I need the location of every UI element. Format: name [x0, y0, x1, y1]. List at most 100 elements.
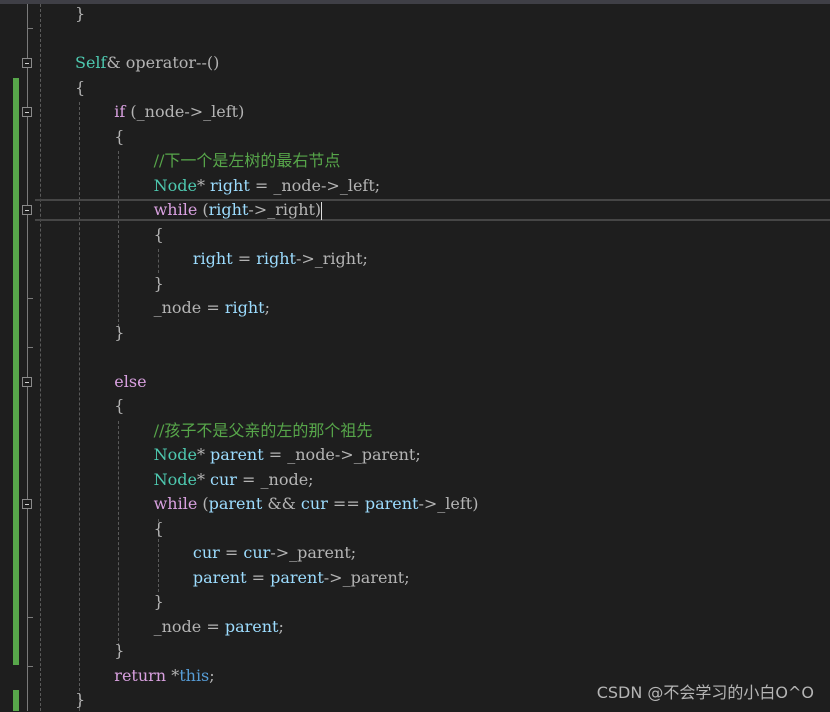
code-token: Self [75, 53, 107, 72]
code-token: while [153, 200, 198, 219]
code-line[interactable]: { [75, 76, 85, 100]
code-token: ->_right) [248, 200, 322, 219]
code-token: _node = [153, 298, 225, 317]
code-token: ( [197, 200, 209, 219]
code-token: { [153, 518, 164, 538]
code-token: ->_right; [295, 249, 368, 268]
code-line[interactable]: //孩子不是父亲的左的那个祖先 [154, 419, 373, 443]
text-caret [321, 201, 323, 220]
collapse-region-button[interactable] [22, 499, 32, 509]
code-token: parent [224, 616, 279, 636]
code-token: ->_parent; [270, 543, 357, 562]
code-line[interactable]: //下一个是左树的最右节点 [154, 149, 341, 173]
code-token: else [114, 371, 147, 391]
code-token: while [153, 494, 198, 513]
code-line[interactable]: else [114, 370, 146, 394]
code-editor[interactable]: } Self& operator--(){if (_node->_left){//… [0, 4, 830, 711]
code-line[interactable]: Node* parent = _node->_parent; [154, 443, 421, 467]
code-line[interactable]: Node* cur = _node; [154, 468, 314, 492]
code-line[interactable]: } [114, 321, 124, 345]
code-line[interactable]: while (right->_right) [154, 198, 323, 222]
code-token: ->_parent; [323, 567, 410, 587]
code-token: cur [300, 494, 328, 513]
code-line[interactable]: } [154, 590, 164, 614]
code-token: return [114, 665, 167, 685]
code-token: right [224, 298, 265, 317]
code-line[interactable]: if (_node->_left) [114, 100, 244, 124]
code-line[interactable]: } [75, 2, 85, 26]
code-token: parent [270, 567, 324, 587]
code-token: && [262, 494, 301, 513]
code-token: ; [264, 298, 270, 317]
code-line[interactable]: Self& operator--() [75, 51, 219, 75]
code-token: & operator--() [106, 53, 220, 72]
code-line[interactable]: parent = parent->_parent; [193, 566, 410, 590]
code-line[interactable]: _node = parent; [154, 615, 284, 639]
code-token: //下一个是左树的最右节点 [153, 151, 341, 170]
code-token: parent [192, 567, 247, 587]
change-indicator-bar [13, 78, 19, 665]
code-token: * [196, 175, 211, 195]
collapse-region-button[interactable] [22, 205, 32, 215]
indent-guide [118, 421, 119, 646]
collapse-region-button[interactable] [22, 58, 32, 68]
code-token: * [166, 665, 180, 685]
code-token: parent [208, 494, 263, 513]
code-token: parent [210, 445, 264, 464]
code-token: Node [153, 469, 197, 489]
collapse-region-button[interactable] [22, 107, 32, 117]
collapse-region-button[interactable] [22, 376, 32, 387]
code-token: } [114, 322, 125, 342]
code-line[interactable]: { [114, 125, 124, 149]
outline-end-tick [27, 347, 33, 348]
outline-end-tick [27, 617, 33, 618]
code-line[interactable]: } [114, 639, 124, 663]
code-token: * [196, 445, 211, 464]
outline-end-tick [27, 28, 33, 29]
code-token: = _node->_left; [249, 175, 381, 195]
code-token: = _node; [236, 469, 314, 489]
code-token: = [232, 249, 257, 268]
code-token: ; [278, 616, 284, 636]
code-line[interactable]: _node = right; [154, 296, 270, 320]
code-token: cur [243, 543, 271, 562]
indent-guide [40, 4, 41, 711]
code-line[interactable]: cur = cur->_parent; [193, 541, 356, 565]
code-token: ; [209, 665, 215, 685]
code-token: Node [153, 445, 197, 464]
code-token: this [179, 665, 210, 685]
code-line[interactable]: return *this; [114, 664, 214, 688]
code-token: cur [192, 543, 220, 562]
code-line[interactable]: { [114, 394, 124, 418]
code-token: = [246, 567, 271, 587]
code-token: right [210, 175, 250, 195]
code-token: right [192, 249, 233, 268]
code-token: parent [364, 494, 419, 513]
code-line[interactable]: Node* right = _node->_left; [154, 174, 381, 198]
code-token: } [114, 641, 125, 660]
code-token: == [327, 494, 365, 513]
code-token: } [75, 690, 86, 709]
code-line[interactable]: { [154, 517, 164, 541]
code-token: (_node->_left) [125, 102, 245, 121]
indent-guide [79, 102, 80, 711]
indent-guide [118, 151, 119, 327]
indent-guide [158, 249, 159, 273]
outline-end-tick [27, 298, 33, 299]
code-line[interactable]: while (parent && cur == parent->_left) [154, 492, 479, 516]
code-token: ( [197, 494, 209, 513]
code-token: cur [210, 469, 237, 489]
code-token: * [196, 469, 211, 489]
code-token: { [75, 77, 86, 97]
code-token: //孩子不是父亲的左的那个祖先 [153, 420, 373, 440]
code-token: { [114, 396, 125, 415]
change-indicator-bar [13, 690, 19, 711]
code-token: { [114, 126, 125, 146]
code-line[interactable]: right = right->_right; [193, 247, 368, 271]
code-token: Node [153, 175, 197, 195]
code-line[interactable]: } [154, 272, 164, 296]
code-token: if [114, 102, 126, 121]
code-line[interactable]: { [154, 223, 164, 247]
code-line[interactable]: } [75, 688, 85, 712]
outline-end-tick [27, 666, 33, 667]
